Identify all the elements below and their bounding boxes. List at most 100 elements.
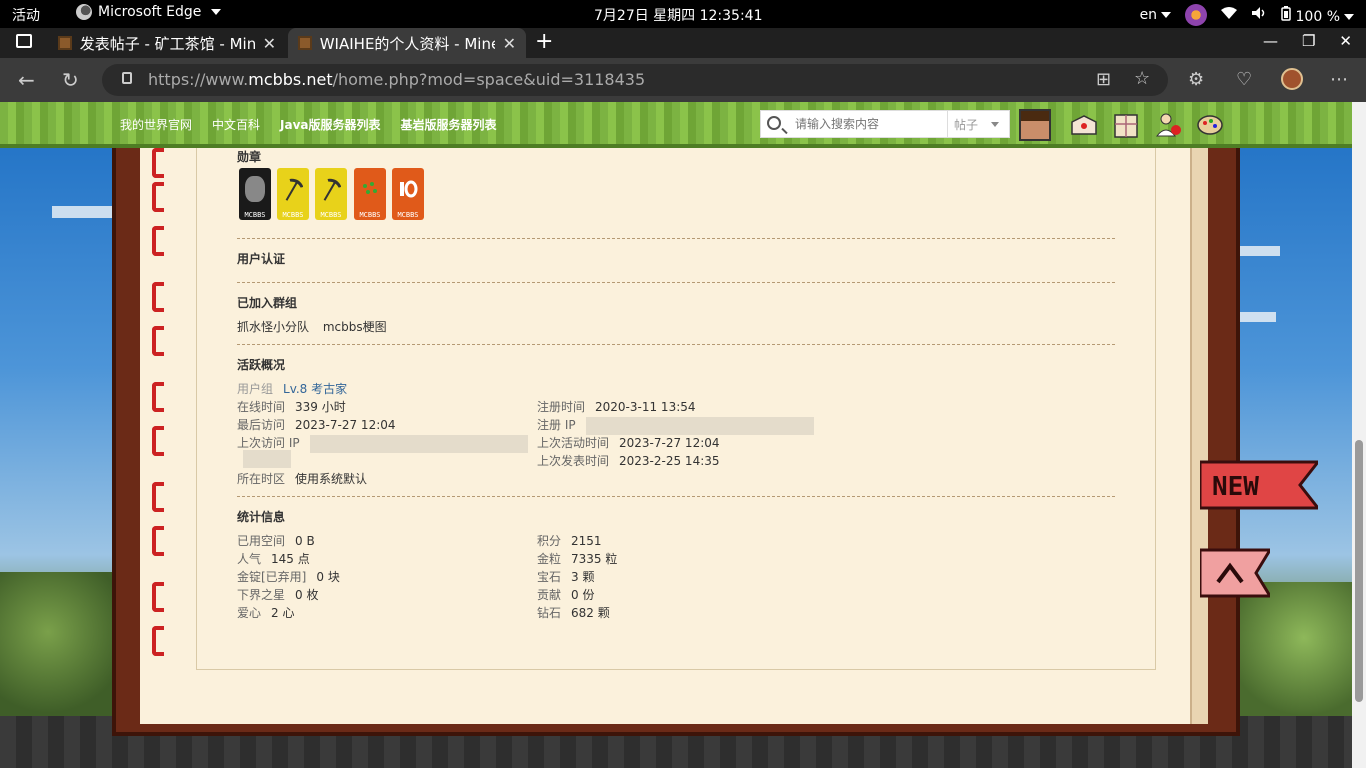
user-avatar[interactable]	[1019, 109, 1051, 141]
group-link[interactable]: 抓水怪小分队	[237, 320, 309, 334]
tab-compose-post[interactable]: 发表帖子 - 矿工茶馆 - Min ✕	[48, 28, 286, 58]
search-scope-select[interactable]: 帖子	[947, 111, 1009, 137]
nav-link-bedrock-servers[interactable]: 基岩版服务器列表	[401, 116, 497, 133]
cloud-decoration	[1240, 312, 1276, 322]
section-divider	[237, 344, 1115, 345]
usergroup-link[interactable]: Lv.8 考古家	[283, 382, 347, 396]
groups-list: 抓水怪小分队 mcbbs梗图	[237, 318, 387, 335]
app-available-icon[interactable]: ⊞	[1096, 69, 1111, 90]
system-top-bar: 活动 Microsoft Edge 7月27日 星期四 12:35:41 en …	[0, 0, 1366, 28]
close-icon[interactable]: ✕	[263, 34, 276, 53]
up-arrow-flag-icon	[1198, 548, 1273, 598]
book-page-edge	[1190, 148, 1208, 724]
profile-avatar-icon[interactable]	[1281, 68, 1303, 90]
app-name: Microsoft Edge	[98, 4, 202, 20]
redacted-ip	[309, 434, 528, 453]
register-time-value: 2020-3-11 13:54	[595, 400, 696, 414]
activities-button[interactable]: 活动	[12, 5, 40, 25]
cloud-decoration	[1240, 246, 1280, 256]
firefox-icon[interactable]	[1185, 4, 1208, 26]
section-divider	[237, 282, 1115, 283]
nav-link-minecraft-official[interactable]: 我的世界官网	[120, 116, 192, 133]
tab-profile[interactable]: WIAIHE的个人资料 - Mine ✕	[288, 28, 526, 58]
notification-icon[interactable]	[1112, 112, 1140, 138]
tab-title: WIAIHE的个人资料 - Mine	[319, 34, 495, 53]
browser-essentials-icon[interactable]: ♡	[1236, 69, 1252, 90]
medal-badge[interactable]: MCBBS	[277, 168, 309, 220]
stat-row: 钻石 682 颗	[537, 604, 610, 621]
stat-value: 0 块	[316, 570, 340, 584]
favorite-star-icon[interactable]: ☆	[1134, 68, 1150, 89]
medal-label: MCBBS	[359, 211, 381, 219]
message-icon[interactable]	[1070, 112, 1098, 138]
last-ip-continued	[243, 450, 291, 468]
page-scrollbar[interactable]	[1352, 102, 1366, 768]
restore-icon[interactable]: ❐	[1302, 32, 1315, 50]
binder-ring	[152, 326, 164, 356]
medal-badge[interactable]: MCBBS	[315, 168, 347, 220]
scrollbar-thumb[interactable]	[1355, 440, 1363, 702]
last-visit-value: 2023-7-27 12:04	[295, 418, 396, 432]
stat-value: 145 点	[271, 552, 310, 566]
volume-icon[interactable]	[1251, 6, 1267, 24]
close-window-icon[interactable]: ✕	[1339, 32, 1352, 50]
last-ip-label: 上次访问 IP	[237, 436, 300, 450]
language-label: en	[1139, 7, 1158, 23]
wifi-icon[interactable]	[1221, 6, 1238, 24]
refresh-icon[interactable]: ↻	[62, 68, 79, 92]
medal-badge[interactable]: MCBBS	[354, 168, 386, 220]
seeds-icon	[363, 182, 377, 194]
app-menu[interactable]: Microsoft Edge	[76, 4, 222, 20]
trees-decoration	[1232, 582, 1352, 722]
search-input[interactable]	[795, 114, 945, 134]
address-bar[interactable]: https://www.mcbbs.net/home.php?mod=space…	[102, 64, 1168, 96]
minimize-icon[interactable]: —	[1263, 32, 1278, 50]
nav-link-wiki[interactable]: 中文百科	[212, 116, 260, 133]
online-time-label: 在线时间	[237, 400, 286, 414]
stat-row: 积分 2151	[537, 532, 602, 549]
language-indicator[interactable]: en	[1140, 7, 1172, 23]
tab-actions-icon[interactable]	[16, 34, 32, 48]
close-icon[interactable]: ✕	[503, 34, 516, 53]
stat-row: 下界之星 0 枚	[237, 586, 318, 603]
stat-label: 钻石	[537, 606, 562, 620]
profile-content: 勋章 MCBBS MCBBS MCBBS MCBBS MCBBS 用户认证 已加…	[196, 148, 1156, 670]
groups-title: 已加入群组	[237, 296, 298, 310]
stat-label: 宝石	[537, 570, 562, 584]
url-text[interactable]: https://www.mcbbs.net/home.php?mod=space…	[148, 70, 645, 89]
anniversary-10-icon	[400, 180, 418, 198]
stat-value: 7335 粒	[571, 552, 618, 566]
stat-label: 贡献	[537, 588, 562, 602]
new-post-flag[interactable]: NEW	[1198, 460, 1322, 510]
back-to-top-flag[interactable]	[1198, 548, 1273, 598]
medal-badge[interactable]: MCBBS	[392, 168, 424, 220]
extensions-icon[interactable]: ⚙	[1188, 69, 1204, 90]
system-tray[interactable]: en 100 %	[1140, 4, 1354, 26]
user-auth-title: 用户认证	[237, 252, 286, 266]
usergroup-label: 用户组	[237, 382, 274, 396]
binder-ring	[152, 426, 164, 456]
stat-value: 0 份	[571, 588, 595, 602]
group-link[interactable]: mcbbs梗图	[323, 320, 387, 334]
stat-label: 人气	[237, 552, 262, 566]
stat-value: 2 心	[271, 606, 295, 620]
new-flag-icon: NEW	[1198, 460, 1322, 510]
back-arrow-icon[interactable]: ←	[18, 68, 35, 92]
mcbbs-favicon-icon	[58, 36, 72, 50]
medal-label: MCBBS	[244, 211, 266, 219]
user-center-icon[interactable]	[1154, 112, 1182, 138]
search-icon[interactable]	[767, 116, 781, 130]
battery-indicator[interactable]: 100 %	[1281, 5, 1354, 25]
stat-value: 2151	[571, 534, 602, 548]
lock-icon[interactable]	[122, 72, 132, 84]
medal-badge[interactable]: MCBBS	[239, 168, 271, 220]
settings-palette-icon[interactable]	[1196, 112, 1224, 138]
binder-ring	[152, 526, 164, 556]
new-tab-icon[interactable]: +	[535, 29, 553, 54]
more-options-icon[interactable]: ⋯	[1330, 69, 1348, 90]
nav-link-java-servers[interactable]: Java版服务器列表	[280, 116, 380, 133]
stat-row: 宝石 3 颗	[537, 568, 594, 585]
chevron-down-icon	[211, 9, 222, 15]
clock[interactable]: 7月27日 星期四 12:35:41	[594, 5, 763, 25]
battery-label: 100 %	[1295, 8, 1340, 25]
